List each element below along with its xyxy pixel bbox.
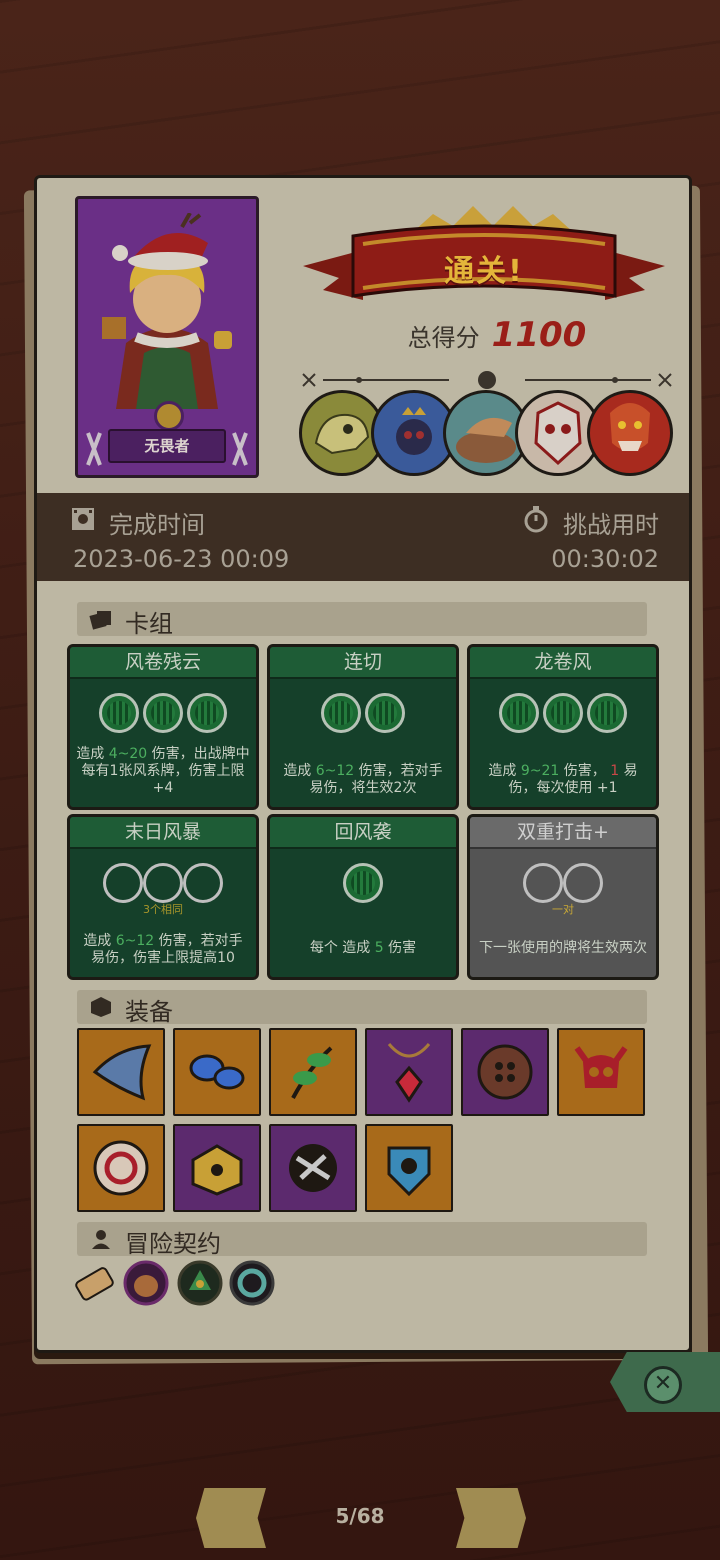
scroll-icon[interactable] bbox=[71, 1260, 117, 1306]
empty-slot-icon bbox=[183, 863, 223, 903]
card-requirement: 3个相同 bbox=[143, 903, 183, 916]
empty-slot-icon bbox=[103, 863, 143, 903]
result-panel: 无畏者 通关! 总得分 1100 完成时间 2023-06-23 00:09 挑… bbox=[34, 175, 692, 1353]
teal-ring-icon[interactable] bbox=[229, 1260, 275, 1306]
equipment-slot[interactable] bbox=[173, 1124, 261, 1212]
hero-rank-medal-icon bbox=[154, 401, 184, 431]
film-icon bbox=[72, 508, 94, 530]
skill-card[interactable]: 回风袭 每个 造成 5 伤害 bbox=[267, 814, 459, 980]
deck-section-header: 卡组 bbox=[77, 602, 647, 638]
wind-orb-icon bbox=[143, 693, 183, 733]
card-requirement: 一对 bbox=[552, 903, 574, 916]
empty-slot-icon bbox=[523, 863, 563, 903]
equipment-slot[interactable] bbox=[173, 1028, 261, 1116]
card-title: 龙卷风 bbox=[470, 647, 656, 679]
equipment-slot[interactable] bbox=[557, 1028, 645, 1116]
wind-orb-icon bbox=[365, 693, 405, 733]
boss-divider bbox=[302, 371, 672, 389]
wind-orb-icon bbox=[543, 693, 583, 733]
skill-card[interactable]: 末日风暴 3个相同 造成 6~12 伤害，若对手 易伤，伤害上限提高10 bbox=[67, 814, 259, 980]
wind-orb-icon bbox=[587, 693, 627, 733]
box-icon bbox=[91, 997, 111, 1017]
empty-slot-icon bbox=[143, 863, 183, 903]
equipment-slot[interactable] bbox=[269, 1028, 357, 1116]
card-title: 回风袭 bbox=[270, 817, 456, 849]
button-icon bbox=[477, 1044, 533, 1100]
equipment-slot[interactable] bbox=[77, 1124, 165, 1212]
person-icon bbox=[92, 1230, 110, 1249]
cracked-orb-icon bbox=[289, 1144, 337, 1192]
hero-name: 无畏者 bbox=[108, 429, 226, 463]
next-page-button[interactable] bbox=[456, 1488, 526, 1548]
card-energy-slots bbox=[470, 863, 656, 903]
horn-icon bbox=[92, 1044, 152, 1101]
pot-icon[interactable] bbox=[123, 1260, 169, 1306]
equipment-slot[interactable] bbox=[269, 1124, 357, 1212]
score-value: 1100 bbox=[491, 315, 587, 355]
total-score-row: 总得分 1100 bbox=[337, 313, 657, 357]
boss-list bbox=[299, 390, 679, 476]
card-energy-slots bbox=[270, 863, 456, 903]
equipment-section-header: 装备 bbox=[77, 990, 647, 1026]
equipment-slot[interactable] bbox=[365, 1028, 453, 1116]
skill-card[interactable]: 双重打击+ 一对 下一张使用的牌将生效两次 bbox=[467, 814, 659, 980]
stopwatch-icon bbox=[524, 506, 548, 533]
victory-text: 通关! bbox=[444, 254, 524, 289]
blue-crest-icon bbox=[387, 1146, 431, 1197]
bone-icon bbox=[86, 432, 102, 466]
card-description: 造成 9~21 伤害， 1 易伤，每次使用 +1 bbox=[488, 763, 638, 796]
completion-time-value: 2023-06-23 00:09 bbox=[73, 545, 290, 573]
card-energy-slots bbox=[270, 693, 456, 733]
wind-orb-icon bbox=[321, 693, 361, 733]
card-energy-slots bbox=[70, 693, 256, 733]
wind-orb-icon bbox=[187, 693, 227, 733]
card-description: 造成 4~20 伤害，出战牌中每有1张风系牌，伤害上限+4 bbox=[76, 746, 250, 796]
card-energy-slots bbox=[470, 693, 656, 733]
equipment-slot[interactable] bbox=[77, 1028, 165, 1116]
hero-figure-icon bbox=[102, 213, 232, 409]
equipment-slot[interactable] bbox=[365, 1124, 453, 1212]
equipment-section-title: 装备 bbox=[125, 998, 173, 1026]
wind-orb-icon bbox=[343, 863, 383, 903]
challenge-time-label: 挑战用时 bbox=[563, 511, 659, 539]
golden-chest-icon bbox=[191, 1144, 243, 1196]
score-label: 总得分 bbox=[407, 323, 480, 352]
red-gem-necklace-icon bbox=[387, 1043, 431, 1103]
skill-card[interactable]: 龙卷风 造成 9~21 伤害， 1 易伤，每次使用 +1 bbox=[467, 644, 659, 810]
skill-card[interactable]: 连切 造成 6~12 伤害，若对手 易伤，将生效2次 bbox=[267, 644, 459, 810]
card-title: 双重打击+ bbox=[470, 817, 656, 849]
previous-page-button[interactable] bbox=[196, 1488, 266, 1548]
victory-banner: 通关! bbox=[303, 196, 665, 316]
card-description: 造成 6~12 伤害，若对手 易伤，伤害上限提高10 bbox=[83, 933, 243, 966]
wind-orb-icon bbox=[499, 693, 539, 733]
star-badge-icon[interactable] bbox=[177, 1260, 223, 1306]
ring-shield-icon bbox=[93, 1140, 149, 1196]
close-icon[interactable]: ✕ bbox=[644, 1366, 682, 1404]
card-title: 风卷残云 bbox=[70, 647, 256, 679]
hero-portrait[interactable]: 无畏者 bbox=[75, 196, 259, 478]
contract-section-title: 冒险契约 bbox=[125, 1230, 221, 1258]
green-herb-icon bbox=[291, 1046, 333, 1099]
time-info-bar: 完成时间 2023-06-23 00:09 挑战用时 00:30:02 bbox=[37, 493, 689, 581]
bone-icon bbox=[232, 432, 248, 466]
cards-icon bbox=[89, 611, 111, 630]
fire-beast-boss-icon[interactable] bbox=[587, 390, 673, 476]
card-description: 每个 造成 5 伤害 bbox=[309, 940, 417, 956]
equipment-slot[interactable] bbox=[461, 1028, 549, 1116]
contract-section-header: 冒险契约 bbox=[77, 1222, 647, 1258]
card-title: 连切 bbox=[270, 647, 456, 679]
card-energy-slots bbox=[70, 863, 256, 903]
card-title: 末日风暴 bbox=[70, 817, 256, 849]
card-description: 下一张使用的牌将生效两次 bbox=[479, 940, 647, 956]
red-skull-icon bbox=[574, 1046, 628, 1088]
blue-mushroom-icon bbox=[189, 1054, 245, 1090]
card-description: 造成 6~12 伤害，若对手 易伤，将生效2次 bbox=[283, 763, 443, 796]
page-indicator: 5/68 bbox=[335, 1504, 385, 1528]
skill-card[interactable]: 风卷残云 造成 4~20 伤害，出战牌中每有1张风系牌，伤害上限+4 bbox=[67, 644, 259, 810]
challenge-time-value: 00:30:02 bbox=[551, 545, 659, 573]
empty-slot-icon bbox=[563, 863, 603, 903]
deck-section-title: 卡组 bbox=[125, 610, 173, 638]
completion-time-label: 完成时间 bbox=[109, 511, 205, 539]
wind-orb-icon bbox=[99, 693, 139, 733]
